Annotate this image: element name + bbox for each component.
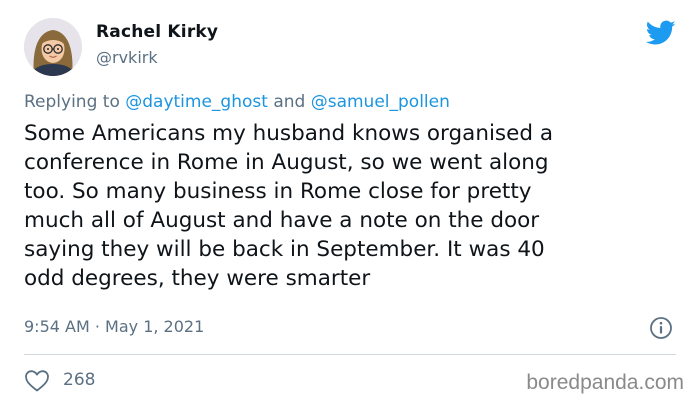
mention-link[interactable]: @daytime_ghost (125, 92, 268, 112)
mention-link[interactable]: @samuel_pollen (311, 92, 450, 112)
tweet-text: Some Americans my husband knows organise… (24, 121, 554, 291)
divider (24, 354, 676, 355)
watermark: boredpanda.com (526, 371, 684, 394)
replying-to: Replying to @daytime_ghost and @samuel_p… (24, 92, 450, 112)
like-count[interactable]: 268 (63, 370, 95, 390)
avatar-illustration (24, 18, 82, 76)
replying-conjunction: and (267, 92, 311, 112)
heart-icon[interactable] (24, 369, 50, 393)
tweet-timestamp[interactable]: 9:54 AM · May 1, 2021 (24, 317, 204, 336)
display-name[interactable]: Rachel Kirky (96, 22, 218, 42)
info-icon[interactable] (649, 316, 673, 340)
avatar[interactable] (24, 18, 82, 76)
user-handle[interactable]: @rvkirk (96, 48, 158, 67)
twitter-bird-icon[interactable] (645, 20, 676, 46)
replying-prefix: Replying to (24, 92, 126, 112)
